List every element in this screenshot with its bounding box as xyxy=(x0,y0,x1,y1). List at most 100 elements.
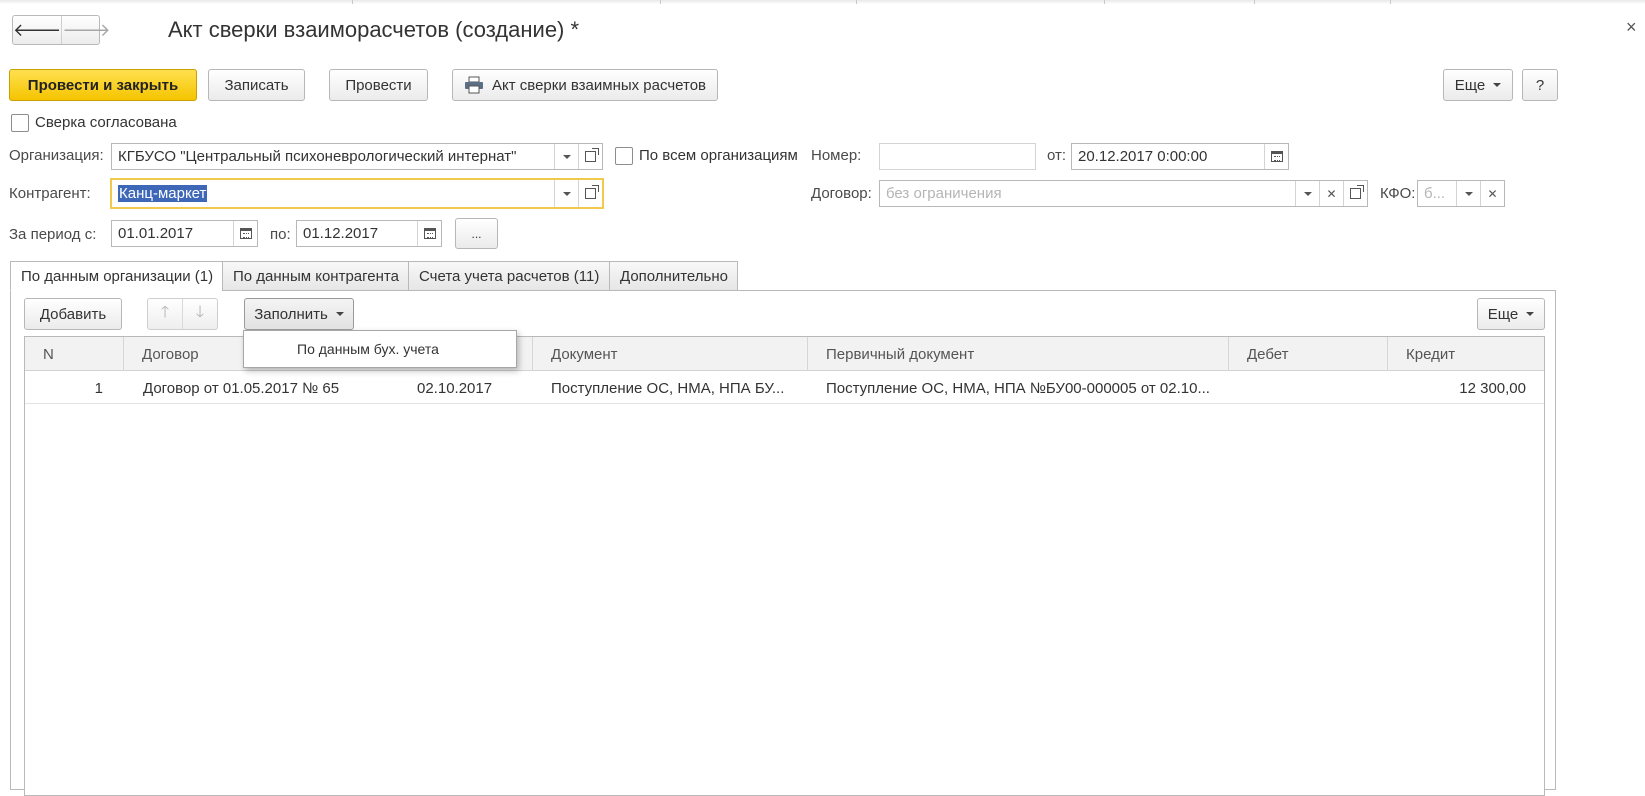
more-actions-button[interactable]: Еще xyxy=(1443,69,1513,101)
fill-label: Заполнить xyxy=(254,305,328,323)
close-icon[interactable]: × xyxy=(1626,17,1637,38)
move-up-icon[interactable]: 🡑 xyxy=(148,299,182,329)
reconciliation-table: N Договор Документ Первичный документ Де… xyxy=(24,336,1545,796)
counterparty-value: Канц-маркет xyxy=(118,185,208,202)
calendar-icon xyxy=(1270,151,1283,162)
counterparty-value-wrap: Канц-маркет xyxy=(112,180,554,207)
period-end-field[interactable]: 01.12.2017 xyxy=(296,220,442,247)
column-header-credit[interactable]: Кредит xyxy=(1387,337,1546,371)
cell-contract: Договор от 01.05.2017 № 65 xyxy=(143,379,340,397)
agreed-label: Сверка согласована xyxy=(35,114,177,131)
clear-icon: ✕ xyxy=(1487,186,1498,201)
fill-menu-item-accounting[interactable]: По данным бух. учета xyxy=(297,341,439,357)
all-orgs-checkbox[interactable] xyxy=(615,147,633,165)
number-field[interactable] xyxy=(879,143,1036,170)
cell-debit xyxy=(1228,372,1368,404)
org-label: Организация: xyxy=(9,147,104,164)
post-and-close-button[interactable]: Провести и закрыть xyxy=(9,69,197,101)
chevron-down-icon xyxy=(562,154,571,159)
contract-clear-button[interactable]: ✕ xyxy=(1319,181,1343,206)
counterparty-label: Контрагент: xyxy=(9,185,91,202)
fill-dropdown-menu: По данным бух. учета xyxy=(243,330,517,368)
period-end-value: 01.12.2017 xyxy=(303,225,379,242)
tab-counterparty-data[interactable]: По данным контрагента xyxy=(222,261,408,291)
table-more-label: Еще xyxy=(1487,305,1519,323)
tab-org-data[interactable]: По данным организации (1) xyxy=(10,261,222,291)
tab-accounts[interactable]: Счета учета расчетов (11) xyxy=(408,261,609,291)
period-label: За период с: xyxy=(9,226,97,243)
date-calendar-button[interactable] xyxy=(1264,144,1288,169)
period-to-label: по: xyxy=(270,226,291,243)
kfo-field[interactable]: б... ✕ xyxy=(1417,180,1505,207)
org-field[interactable]: КГБУСО "Центральный психоневрологический… xyxy=(111,143,603,170)
clear-icon: ✕ xyxy=(1326,186,1337,201)
kfo-label: КФО: xyxy=(1380,185,1416,202)
contract-label: Договор: xyxy=(811,185,872,202)
period-select-button[interactable]: ... xyxy=(455,218,498,249)
save-button[interactable]: Записать xyxy=(208,69,305,101)
chevron-down-icon xyxy=(1303,191,1312,196)
back-arrow-icon[interactable]: 🡐 xyxy=(13,16,61,44)
column-header-primary-document[interactable]: Первичный документ xyxy=(807,337,1228,371)
open-icon xyxy=(1350,185,1364,199)
window-top-border xyxy=(0,0,1645,4)
date-field[interactable]: 20.12.2017 0:00:00 xyxy=(1071,143,1289,170)
period-end-calendar-button[interactable] xyxy=(417,221,441,246)
open-icon xyxy=(585,148,599,162)
cell-date: 02.10.2017 xyxy=(417,379,493,397)
printer-icon xyxy=(465,76,483,94)
cell-primary-document: Поступление ОС, НМА, НПА №БУ00-000005 от… xyxy=(826,379,1210,397)
counterparty-open-button[interactable] xyxy=(578,180,602,207)
contract-dropdown-button[interactable] xyxy=(1295,181,1319,206)
tab-bar: По данным организации (1) По данным конт… xyxy=(10,261,738,291)
period-start-value: 01.01.2017 xyxy=(118,225,194,242)
kfo-placeholder: б... xyxy=(1424,185,1446,202)
window-title: Акт сверки взаиморасчетов (создание) * xyxy=(168,17,580,42)
org-dropdown-button[interactable] xyxy=(554,144,578,169)
cell-credit: 12 300,00 xyxy=(1459,379,1526,397)
period-start-calendar-button[interactable] xyxy=(233,221,257,246)
move-buttons: 🡑 🡓 xyxy=(147,298,218,330)
tab-additional[interactable]: Дополнительно xyxy=(609,261,738,291)
chevron-down-icon xyxy=(335,312,344,316)
chevron-down-icon xyxy=(1493,83,1502,87)
column-header-debit[interactable]: Дебет xyxy=(1228,337,1387,371)
fill-button[interactable]: Заполнить xyxy=(244,298,354,330)
org-open-button[interactable] xyxy=(578,144,602,169)
table-more-button[interactable]: Еще xyxy=(1477,298,1545,330)
cell-n: 1 xyxy=(94,379,103,397)
number-label: Номер: xyxy=(811,147,862,164)
open-icon xyxy=(585,185,599,199)
date-label: от: xyxy=(1047,147,1067,164)
date-value: 20.12.2017 0:00:00 xyxy=(1078,148,1208,165)
all-orgs-label: По всем организациям xyxy=(639,147,798,164)
number-value xyxy=(880,144,1035,169)
org-value: КГБУСО "Центральный психоневрологический… xyxy=(118,148,517,165)
contract-field[interactable]: без ограничения ✕ xyxy=(879,180,1368,207)
move-down-icon[interactable]: 🡓 xyxy=(182,299,217,329)
print-act-label: Акт сверки взаимных расчетов xyxy=(492,76,706,94)
more-actions-label: Еще xyxy=(1454,76,1486,94)
history-nav: 🡐 🡒 xyxy=(12,15,111,45)
kfo-dropdown-button[interactable] xyxy=(1456,181,1480,206)
calendar-icon xyxy=(239,228,252,239)
contract-open-button[interactable] xyxy=(1343,181,1367,206)
column-header-document[interactable]: Документ xyxy=(532,337,807,371)
period-start-field[interactable]: 01.01.2017 xyxy=(111,220,258,247)
kfo-clear-button[interactable]: ✕ xyxy=(1480,181,1504,206)
column-header-n[interactable]: N xyxy=(25,337,123,371)
help-button[interactable]: ? xyxy=(1522,69,1558,101)
agreed-checkbox[interactable] xyxy=(11,114,29,132)
chevron-down-icon xyxy=(1464,191,1473,196)
chevron-down-icon xyxy=(562,191,571,196)
counterparty-field[interactable]: Канц-маркет xyxy=(110,178,604,209)
post-button[interactable]: Провести xyxy=(329,69,428,101)
add-row-button[interactable]: Добавить xyxy=(24,298,122,330)
print-act-button[interactable]: Акт сверки взаимных расчетов xyxy=(452,69,718,101)
table-row[interactable]: 1 Договор от 01.05.2017 № 65 02.10.2017 … xyxy=(25,372,1544,404)
counterparty-dropdown-button[interactable] xyxy=(554,180,578,207)
calendar-icon xyxy=(423,228,436,239)
forward-arrow-icon[interactable]: 🡒 xyxy=(61,16,111,44)
chevron-down-icon xyxy=(1526,312,1535,316)
contract-placeholder: без ограничения xyxy=(886,185,1002,202)
